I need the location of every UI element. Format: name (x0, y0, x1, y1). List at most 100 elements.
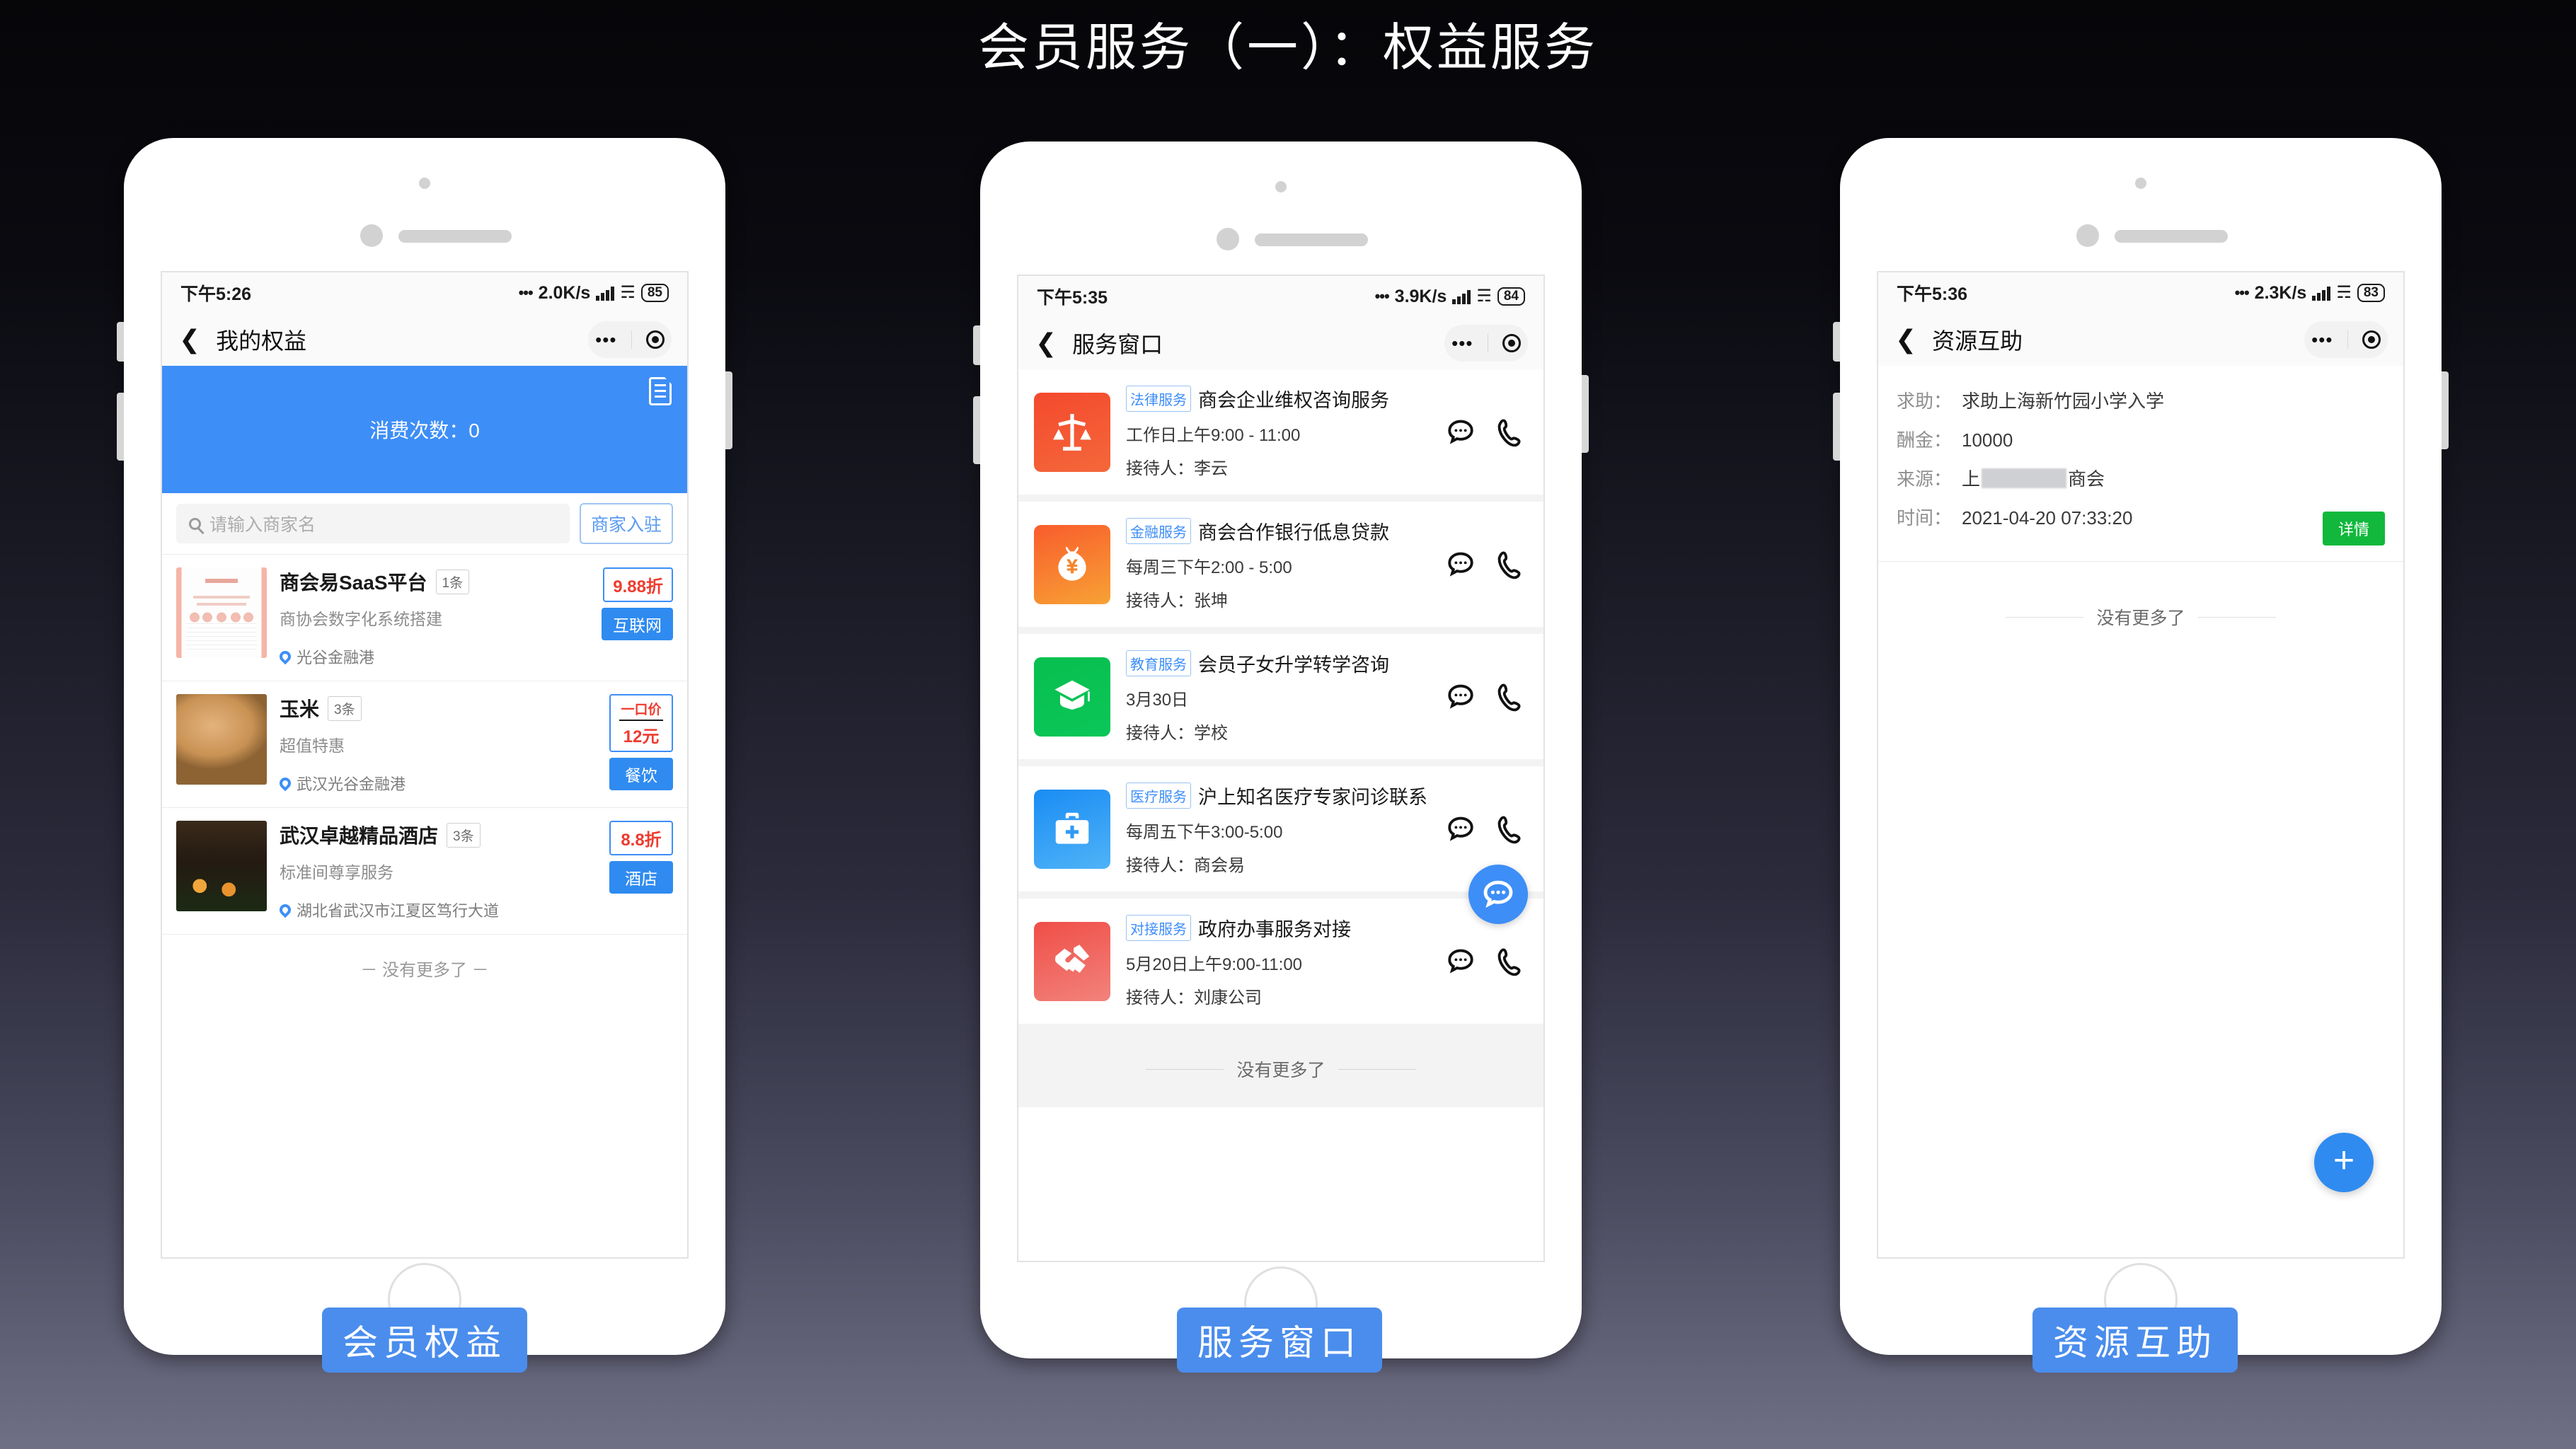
no-more-text: 没有更多了 (2096, 608, 2185, 628)
close-miniprogram-icon[interactable] (645, 330, 665, 349)
status-bar: 下午5:35 ••• 3.9K/s ☴ 84 (1018, 276, 1543, 317)
chat-bubble-icon[interactable] (1446, 417, 1476, 447)
time-label: 时间： (1897, 507, 1953, 529)
no-more-text: － 没有更多了 － (162, 935, 687, 1002)
power-button[interactable] (1582, 375, 1589, 453)
merchant-name: 武汉卓越精品酒店 (280, 825, 439, 847)
phone-call-icon[interactable] (1494, 682, 1524, 712)
time-value: 2021-04-20 07:33:20 (1962, 507, 2133, 529)
caption-member-benefits: 会员权益 (322, 1307, 527, 1373)
merchant-address-row: 湖北省武汉市江夏区笃行大道 (277, 899, 597, 921)
merchant-name: 玉米 (280, 698, 320, 720)
volume-up-button[interactable] (1833, 322, 1840, 362)
phone-call-icon[interactable] (1494, 550, 1524, 579)
merchant-address: 武汉光谷金融港 (297, 775, 406, 793)
divider-line (2006, 616, 2084, 618)
earpiece-speaker-icon (398, 230, 512, 243)
network-speed: 2.3K/s (2254, 282, 2307, 303)
service-time: 每周五下午3:00-5:00 (1126, 823, 1283, 842)
merchant-offer-count: 1条 (435, 569, 470, 594)
chat-bubble-icon[interactable] (1446, 550, 1476, 579)
merchant-desc: 商协会数字化系统搭建 (280, 610, 442, 628)
chat-bubble-icon[interactable] (1446, 947, 1476, 976)
document-icon[interactable] (649, 377, 672, 405)
service-host: 接待人：李云 (1126, 459, 1228, 478)
network-activity-icon: ••• (1374, 287, 1390, 305)
service-actions (1446, 682, 1528, 712)
nav-bar: ❮ 服务窗口 ••• (1018, 317, 1543, 369)
service-row[interactable]: 金融服务 商会合作银行低息贷款 每周三下午2:00 - 5:00 接待人：张坤 (1018, 502, 1543, 634)
volume-up-button[interactable] (973, 325, 980, 365)
service-name: 商会企业维权咨询服务 (1198, 390, 1389, 411)
phone-3-body: 求助： 求助上海新竹园小学入学 酬金： 10000 来源： 上 商会 时间： 20… (1878, 366, 2403, 1257)
more-options-icon[interactable]: ••• (595, 330, 616, 349)
status-time: 下午5:35 (1037, 288, 1108, 308)
merchant-desc: 标准间尊享服务 (280, 863, 393, 882)
power-button[interactable] (2442, 371, 2449, 449)
service-category-badge: 医疗服务 (1126, 783, 1191, 809)
search-input[interactable]: 请输入商家名 (176, 504, 570, 543)
more-options-icon[interactable]: ••• (2311, 330, 2333, 349)
close-miniprogram-icon[interactable] (1502, 334, 1521, 352)
close-miniprogram-icon[interactable] (2362, 330, 2381, 349)
service-time: 每周三下午2:00 - 5:00 (1126, 558, 1292, 577)
service-host: 接待人：张坤 (1126, 591, 1228, 611)
nav-bar: ❮ 我的权益 ••• (162, 313, 687, 366)
chat-bubble-icon[interactable] (1446, 814, 1476, 844)
phone-call-icon[interactable] (1494, 947, 1524, 976)
merchant-address: 光谷金融港 (297, 649, 375, 666)
merchant-row[interactable]: 武汉卓越精品酒店 3条 标准间尊享服务 湖北省武汉市江夏区笃行大道 8.8折 酒… (162, 808, 687, 935)
volume-down-button[interactable] (117, 393, 124, 461)
merchant-signup-button[interactable]: 商家入驻 (579, 503, 673, 544)
phone-1-screen: 下午5:26 ••• 2.0K/s ☴ 85 ❮ 我的权益 ••• 消费次数：0 (161, 271, 689, 1259)
back-icon[interactable]: ❮ (1035, 330, 1057, 356)
sensor-dot-icon (360, 224, 383, 247)
floating-chat-button[interactable] (1468, 865, 1528, 924)
phone-call-icon[interactable] (1494, 417, 1524, 447)
chat-bubble-icon[interactable] (1446, 682, 1476, 712)
wechat-capsule: ••• (1444, 325, 1528, 362)
nav-bar: ❮ 资源互助 ••• (1878, 313, 2403, 366)
search-placeholder: 请输入商家名 (209, 515, 316, 535)
merchant-thumbnail (176, 694, 267, 785)
volume-down-button[interactable] (973, 396, 980, 464)
volume-down-button[interactable] (1833, 393, 1840, 461)
back-icon[interactable]: ❮ (179, 327, 200, 352)
phone-mockup-3: 下午5:36 ••• 2.3K/s ☴ 83 ❮ 资源互助 ••• 求助： 求助… (1833, 138, 2449, 1355)
service-row[interactable]: 对接服务 政府办事服务对接 5月20日上午9:00-11:00 接待人：刘康公司 (1018, 865, 1543, 1031)
divider-line (1338, 1068, 1416, 1070)
network-activity-icon: ••• (518, 284, 534, 301)
status-bar: 下午5:26 ••• 2.0K/s ☴ 85 (162, 272, 687, 313)
service-name: 会员子女升学转学咨询 (1198, 654, 1389, 676)
service-name: 沪上知名医疗专家问诊联系 (1198, 787, 1427, 808)
merchant-price-tag: 9.88折 (603, 567, 673, 602)
service-row[interactable]: 教育服务 会员子女升学转学咨询 3月30日 接待人：学校 (1018, 634, 1543, 766)
merchant-category-tag: 互联网 (602, 608, 673, 640)
service-time: 5月20日上午9:00-11:00 (1126, 955, 1303, 974)
search-row: 请输入商家名 商家入驻 (162, 493, 687, 555)
source-row: 来源： 上 商会 (1897, 465, 2385, 491)
location-pin-icon (277, 648, 294, 665)
service-category-badge: 金融服务 (1126, 518, 1191, 544)
reward-value: 10000 (1962, 429, 2013, 451)
power-button[interactable] (725, 371, 732, 449)
merchant-category-tag: 餐饮 (609, 758, 673, 790)
service-row[interactable]: 法律服务 商会企业维权咨询服务 工作日上午9:00 - 11:00 接待人：李云 (1018, 369, 1543, 502)
add-request-button[interactable]: + (2314, 1133, 2374, 1192)
service-host: 接待人：刘康公司 (1126, 988, 1262, 1008)
merchant-price-label: 一口价 (619, 699, 663, 721)
caption-resource-help: 资源互助 (2032, 1307, 2238, 1373)
sensor-dot-icon (2076, 224, 2099, 247)
volume-up-button[interactable] (117, 322, 124, 362)
phone-call-icon[interactable] (1494, 814, 1524, 844)
back-icon[interactable]: ❮ (1895, 327, 1916, 352)
search-icon (189, 517, 201, 530)
merchant-row[interactable]: 商会易SaaS平台 1条 商协会数字化系统搭建 光谷金融港 9.88折 互联网 (162, 555, 687, 681)
merchant-address-row: 光谷金融港 (277, 645, 589, 668)
more-options-icon[interactable]: ••• (1451, 334, 1473, 352)
capsule-divider (631, 330, 632, 349)
merchant-row[interactable]: 玉米 3条 超值特惠 武汉光谷金融港 一口价 12元 餐饮 (162, 681, 687, 808)
resource-request-card[interactable]: 求助： 求助上海新竹园小学入学 酬金： 10000 来源： 上 商会 时间： 20… (1878, 366, 2403, 562)
service-row[interactable]: 医疗服务 沪上知名医疗专家问诊联系 每周五下午3:00-5:00 接待人：商会易 (1018, 766, 1543, 899)
detail-button[interactable]: 详情 (2322, 512, 2385, 545)
